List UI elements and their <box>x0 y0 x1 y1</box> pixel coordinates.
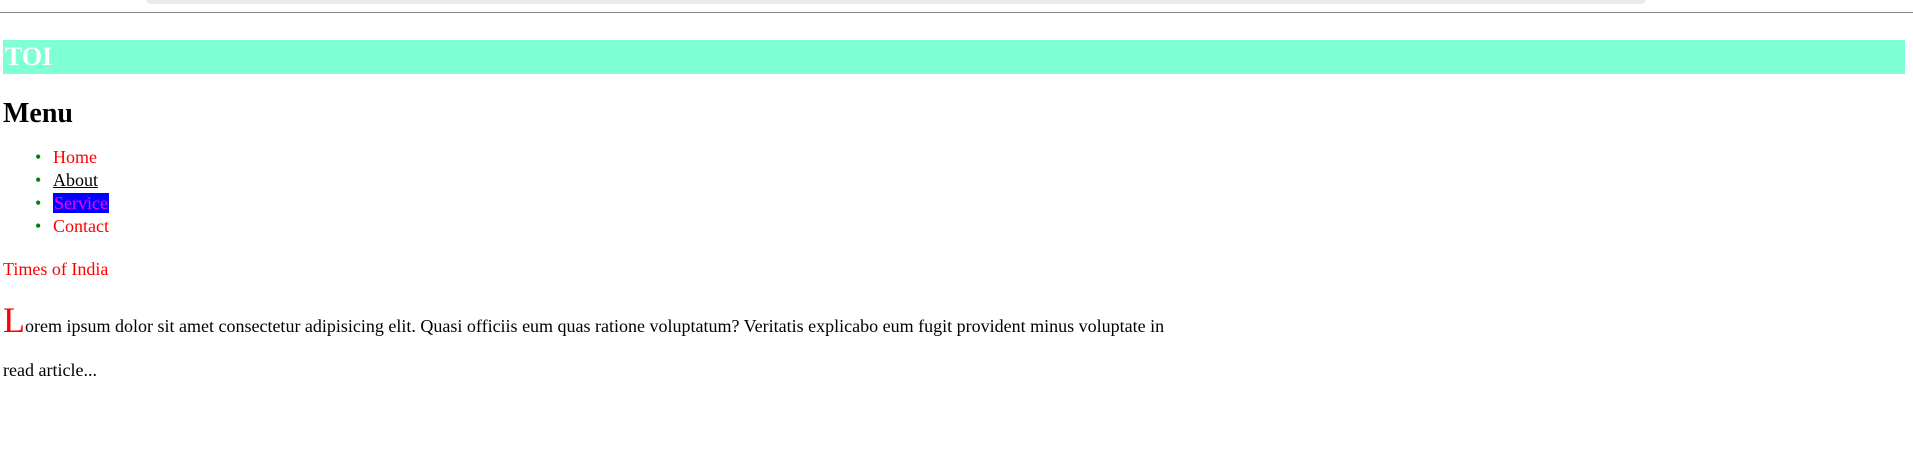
bullet-icon: • <box>35 193 42 213</box>
menu-item-contact: • Contact <box>35 215 1913 238</box>
site-banner: TOI <box>3 40 1905 74</box>
menu-heading: Menu <box>3 98 73 129</box>
bullet-icon: • <box>35 170 42 190</box>
service-link[interactable]: Service <box>53 193 109 213</box>
menu-list: • Home • About • Service • Contact <box>3 146 1913 238</box>
article-paragraph: Lorem ipsum dolor sit amet consectetur a… <box>3 298 1913 348</box>
drop-cap: L <box>3 300 25 340</box>
article-body: orem ipsum dolor sit amet consectetur ad… <box>25 316 1165 336</box>
bullet-icon: • <box>35 216 42 236</box>
read-more-text: read article... <box>3 360 97 380</box>
page-content: TOI Menu • Home • About • Service • Cont… <box>0 40 1913 381</box>
menu-item-about: • About <box>35 169 1913 192</box>
address-bar-edge <box>146 0 1646 4</box>
about-link[interactable]: About <box>53 170 98 190</box>
menu-item-home: • Home <box>35 146 1913 169</box>
tagline: Times of India <box>3 259 109 279</box>
contact-link[interactable]: Contact <box>53 216 109 236</box>
menu-item-service: • Service <box>35 192 1913 215</box>
bullet-icon: • <box>35 147 42 167</box>
site-title: TOI <box>5 42 53 71</box>
browser-top-bar <box>0 0 1913 13</box>
home-link[interactable]: Home <box>53 147 97 167</box>
